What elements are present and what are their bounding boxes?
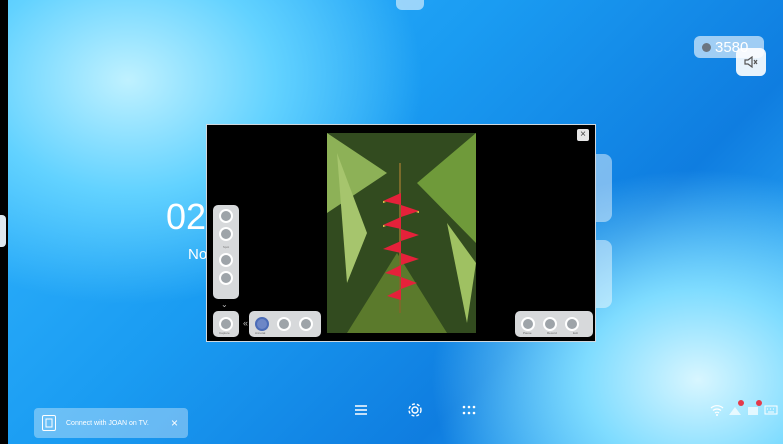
keyboard-icon[interactable] xyxy=(764,404,778,416)
ethernet-icon[interactable] xyxy=(746,400,762,416)
bottom-dock xyxy=(350,398,480,422)
exit-icon[interactable] xyxy=(565,317,579,331)
pause-label: Pause xyxy=(523,331,532,335)
menu-icon[interactable] xyxy=(350,399,372,421)
ethernet-error-badge xyxy=(756,400,762,406)
collapse-left-arrow-icon[interactable]: « xyxy=(243,318,248,328)
speaker-muted-icon xyxy=(744,56,758,68)
joan-connect-banner[interactable]: Connect with JOAN on TV. × xyxy=(34,408,188,438)
record-icon[interactable] xyxy=(543,317,557,331)
annotation-toolbar: Annotat xyxy=(249,311,321,337)
tool-2-icon[interactable] xyxy=(277,317,291,331)
capture-icon xyxy=(219,317,233,331)
side-tool-4-icon[interactable] xyxy=(219,271,233,285)
wifi-icon[interactable] xyxy=(710,404,724,416)
network-error-badge xyxy=(738,400,744,406)
tool-3-icon[interactable] xyxy=(299,317,313,331)
collapse-chevron-icon[interactable]: ⌄ xyxy=(221,300,228,309)
side-tool-1-icon[interactable] xyxy=(219,209,233,223)
joan-banner-text: Connect with JOAN on TV. xyxy=(66,419,149,427)
side-drawer-handle[interactable] xyxy=(0,215,6,247)
capture-label: Capture xyxy=(219,331,230,335)
annotate-icon[interactable] xyxy=(255,317,269,331)
player-side-panel: Spot xyxy=(213,205,239,299)
clock-time: 02 xyxy=(166,196,207,237)
joan-banner-close-button[interactable]: × xyxy=(171,416,178,430)
playback-toolbar: Pause Record Exit xyxy=(515,311,593,337)
capture-tool[interactable]: Capture xyxy=(213,311,239,337)
side-tool-2-label: Spot xyxy=(222,245,230,249)
status-dot-icon xyxy=(702,42,711,52)
record-label: Record xyxy=(547,331,557,335)
network-icon[interactable] xyxy=(728,400,744,416)
settings-icon[interactable] xyxy=(404,399,426,421)
system-tray xyxy=(710,400,778,416)
video-frame-heliconia-image xyxy=(327,133,476,333)
video-close-button[interactable]: × xyxy=(577,129,589,141)
volume-button[interactable] xyxy=(736,48,766,76)
joan-logo-icon xyxy=(42,415,56,431)
side-tool-3-icon[interactable] xyxy=(219,253,233,267)
apps-grid-icon[interactable] xyxy=(458,399,480,421)
annotate-label: Annotat xyxy=(255,331,266,335)
pause-icon[interactable] xyxy=(521,317,535,331)
top-pulldown-handle[interactable] xyxy=(396,0,424,10)
side-tool-2-icon[interactable] xyxy=(219,227,233,241)
exit-label: Exit xyxy=(573,331,579,335)
floating-video-window[interactable]: × Spot ⌄ Capture « Annotat Pause Record … xyxy=(206,124,596,342)
